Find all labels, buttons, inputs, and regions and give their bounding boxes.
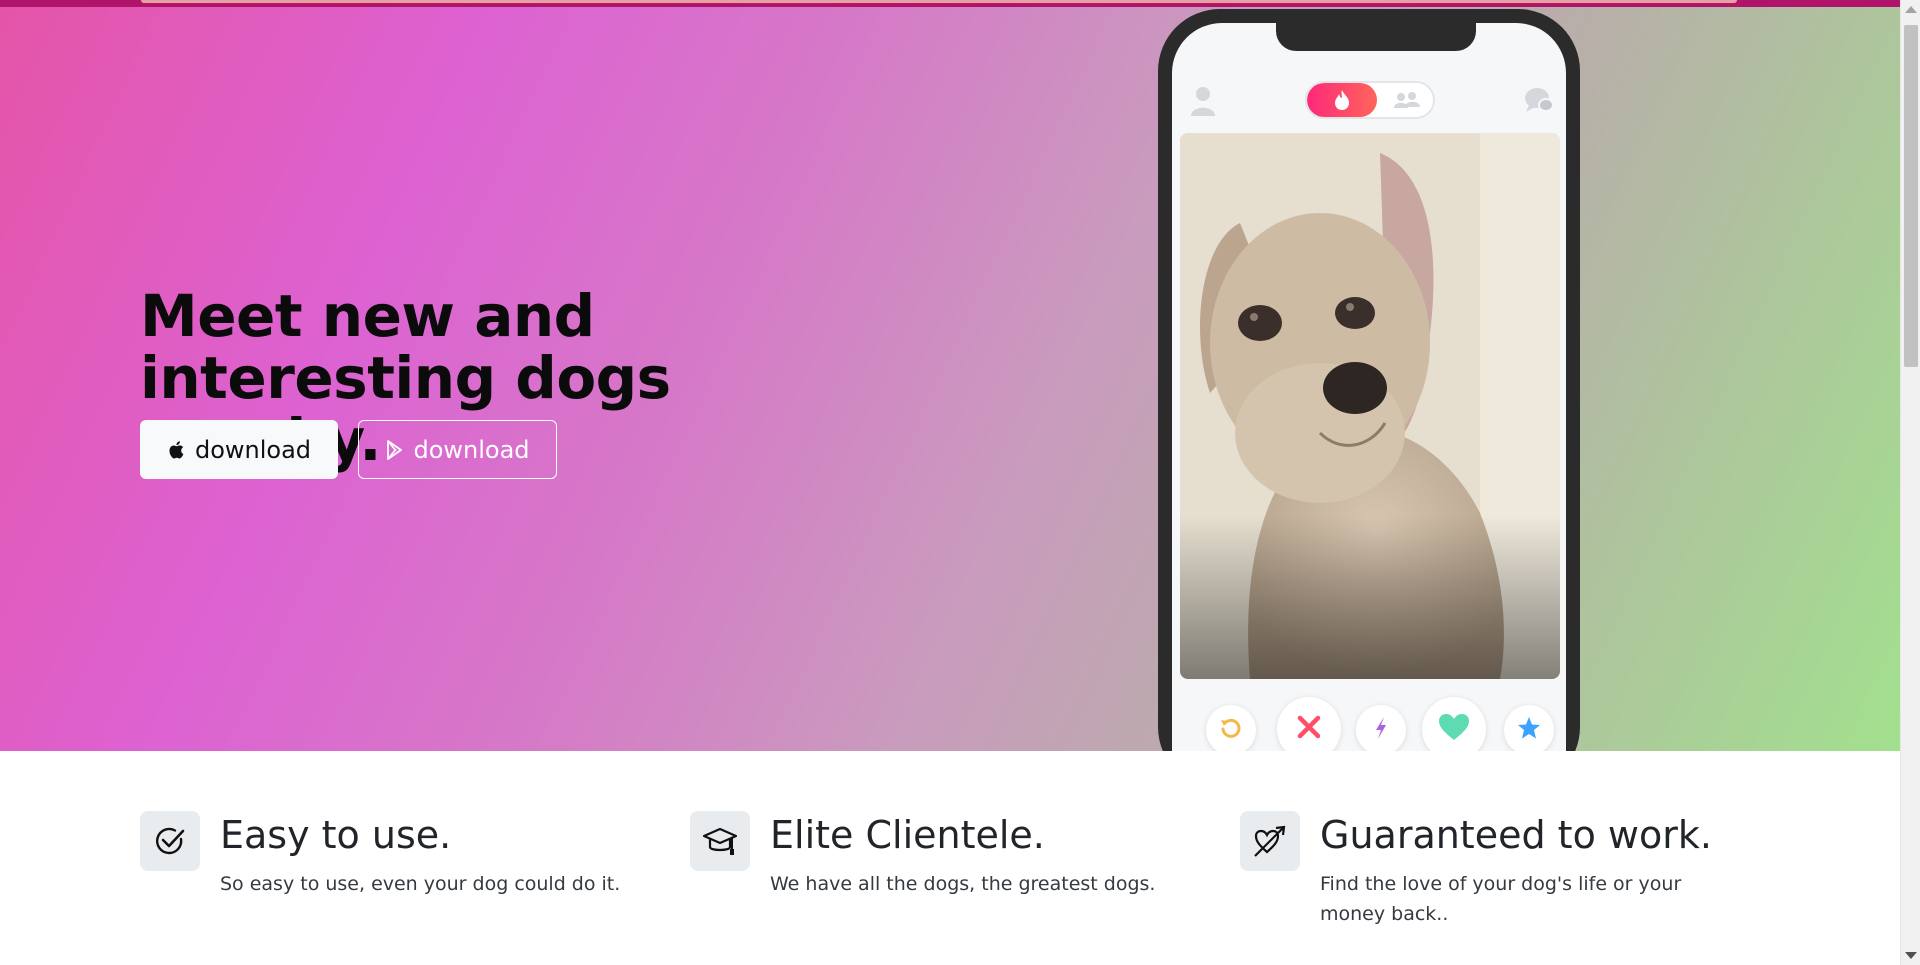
feature-title: Easy to use. [220, 813, 452, 857]
phone-notch [1276, 23, 1476, 51]
features-section: Easy to use. So easy to use, even your d… [0, 751, 1900, 965]
page-scrollbar[interactable] [1900, 0, 1920, 965]
heart-icon [1438, 713, 1470, 746]
scroll-thumb[interactable] [1904, 25, 1918, 367]
chat-icon[interactable] [1524, 87, 1554, 120]
google-play-icon [385, 439, 405, 461]
group-icon[interactable] [1381, 83, 1433, 117]
scroll-up-arrow-icon[interactable] [1905, 6, 1917, 13]
boost-button[interactable] [1356, 705, 1406, 751]
discover-toggle[interactable] [1305, 81, 1435, 119]
feature-title: Guaranteed to work. [1320, 813, 1712, 857]
star-icon [1517, 716, 1541, 745]
super-like-button[interactable] [1504, 705, 1554, 751]
scroll-down-arrow-icon[interactable] [1905, 952, 1917, 959]
apple-download-button[interactable]: download [140, 420, 338, 479]
feature-text: Find the love of your dog's life or your… [1320, 873, 1682, 925]
google-play-download-button[interactable]: download [358, 420, 557, 479]
nope-button[interactable] [1277, 697, 1341, 751]
lightning-icon [1373, 716, 1389, 745]
apple-icon [167, 439, 187, 461]
graduation-cap-icon [690, 811, 750, 871]
feature-text: We have all the dogs, the greatest dogs. [770, 873, 1156, 895]
heart-arrow-icon [1240, 811, 1300, 871]
apple-download-label: download [194, 435, 312, 464]
check-circle-icon [140, 811, 200, 871]
google-play-download-label: download [413, 435, 530, 464]
feature-title: Elite Clientele. [770, 813, 1045, 857]
rewind-icon [1219, 716, 1243, 745]
navbar-edge-inner [140, 0, 1738, 4]
navbar-edge [0, 0, 1900, 7]
feature-text: So easy to use, even your dog could do i… [220, 873, 621, 895]
profile-icon[interactable] [1190, 85, 1216, 122]
flame-icon[interactable] [1307, 83, 1377, 117]
phone-screen [1172, 23, 1566, 751]
like-button[interactable] [1422, 697, 1486, 751]
hero-section: Meet new and interesting dogs nearby. do… [0, 7, 1900, 751]
dog-photo[interactable] [1180, 133, 1560, 679]
x-icon [1296, 714, 1322, 745]
rewind-button[interactable] [1206, 705, 1256, 751]
phone-mockup [1158, 9, 1580, 751]
